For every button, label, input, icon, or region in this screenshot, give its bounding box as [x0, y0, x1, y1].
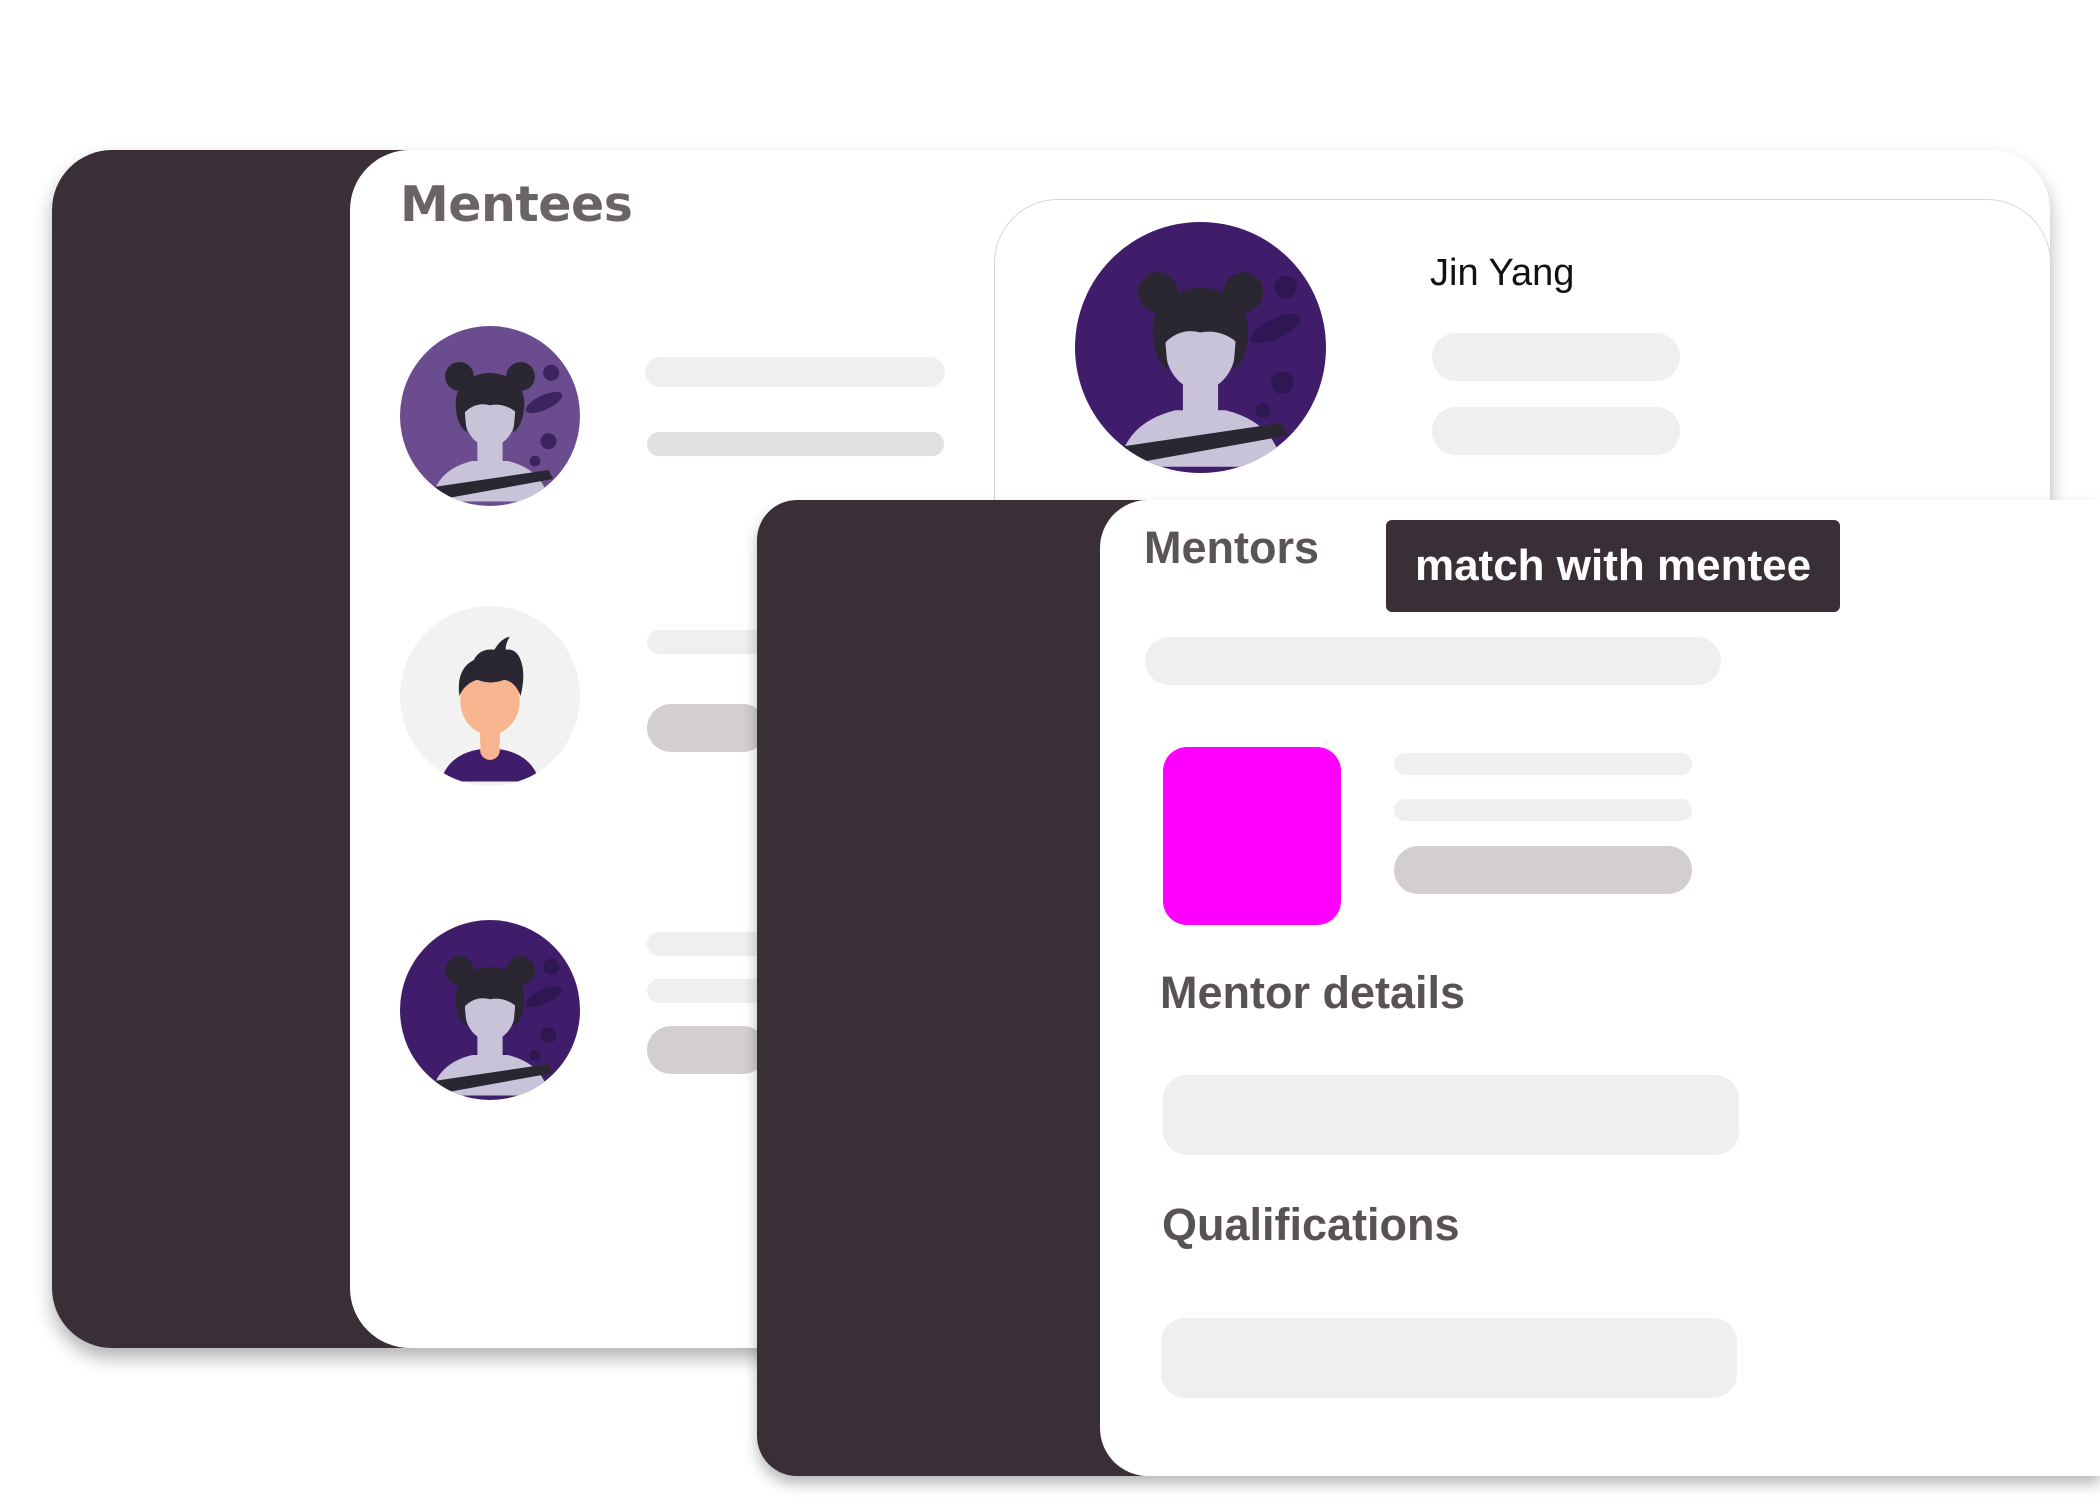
detail-avatar: [1075, 222, 1326, 473]
qualifications-field: [1161, 1318, 1737, 1398]
woman-buns-icon: [1075, 222, 1326, 473]
mentee-name-placeholder: [647, 630, 767, 654]
qualifications-heading: Qualifications: [1162, 1199, 1460, 1250]
mentee-info-placeholder: [647, 979, 767, 1003]
mentee-info-placeholder: [647, 432, 944, 456]
mentee-avatar[interactable]: [400, 920, 580, 1100]
mentee-info-placeholder: [647, 704, 767, 752]
mentor-info-placeholder: [1394, 846, 1692, 894]
mentee-name-placeholder: [645, 357, 945, 387]
detail-info-placeholder: [1432, 333, 1680, 381]
mentor-search-placeholder: [1145, 637, 1721, 685]
mentor-name-placeholder: [1394, 753, 1692, 775]
mentee-name-placeholder: [647, 932, 767, 956]
mentee-avatar[interactable]: [400, 606, 580, 786]
mentors-title: Mentors: [1144, 522, 1320, 573]
mentor-details-field: [1163, 1075, 1739, 1155]
woman-buns-icon: [400, 920, 580, 1100]
mentee-avatar[interactable]: [400, 326, 580, 506]
mentor-thumbnail[interactable]: [1163, 747, 1341, 925]
mentees-title: Mentees: [400, 176, 633, 233]
man-icon: [400, 606, 580, 786]
mentor-details-heading: Mentor details: [1160, 967, 1466, 1018]
mentee-info-placeholder: [647, 1026, 767, 1074]
detail-info-placeholder: [1432, 407, 1680, 455]
detail-name: Jin Yang: [1430, 252, 1575, 294]
mentors-sidebar: [757, 500, 1157, 1476]
match-with-mentee-button[interactable]: match with mentee: [1386, 520, 1840, 612]
woman-buns-icon: [400, 326, 580, 506]
mentor-info-placeholder: [1394, 799, 1692, 821]
